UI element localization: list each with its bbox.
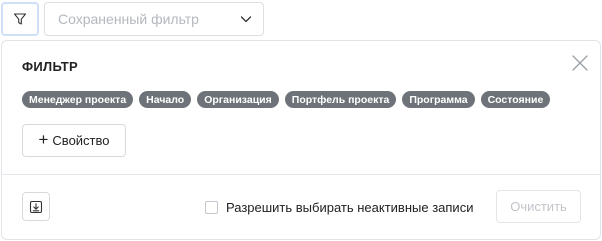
chevron-down-icon — [240, 16, 252, 23]
chip-state[interactable]: Состояние — [480, 91, 551, 108]
panel-title: ФИЛЬТР — [22, 59, 79, 74]
saved-filter-select[interactable]: Сохраненный фильтр — [44, 2, 264, 36]
divider — [2, 174, 600, 175]
chip-project-portfolio[interactable]: Портфель проекта — [284, 91, 397, 108]
download-icon — [29, 200, 43, 213]
chip-project-manager[interactable]: Менеджер проекта — [22, 91, 134, 108]
filter-toggle-button[interactable] — [1, 2, 39, 36]
plus-icon: + — [38, 130, 49, 149]
property-chips: Менеджер проекта Начало Организация Порт… — [22, 91, 551, 108]
chip-program[interactable]: Программа — [402, 91, 475, 108]
add-property-button[interactable]: + Свойство — [22, 124, 126, 157]
allow-inactive-option[interactable]: Разрешить выбирать неактивные записи — [205, 200, 473, 215]
close-button[interactable] — [570, 53, 590, 73]
filter-panel: ФИЛЬТР Менеджер проекта Начало Организац… — [1, 40, 601, 240]
close-icon — [572, 55, 588, 71]
allow-inactive-label: Разрешить выбирать неактивные записи — [226, 200, 474, 215]
clear-button[interactable]: Очистить — [496, 190, 581, 223]
saved-filter-placeholder: Сохраненный фильтр — [58, 11, 199, 27]
funnel-icon — [13, 13, 27, 25]
chip-start[interactable]: Начало — [139, 91, 192, 108]
add-property-label: Свойство — [52, 133, 110, 148]
export-button[interactable] — [22, 192, 50, 221]
chip-organization[interactable]: Организация — [197, 91, 279, 108]
allow-inactive-checkbox[interactable] — [205, 201, 218, 214]
